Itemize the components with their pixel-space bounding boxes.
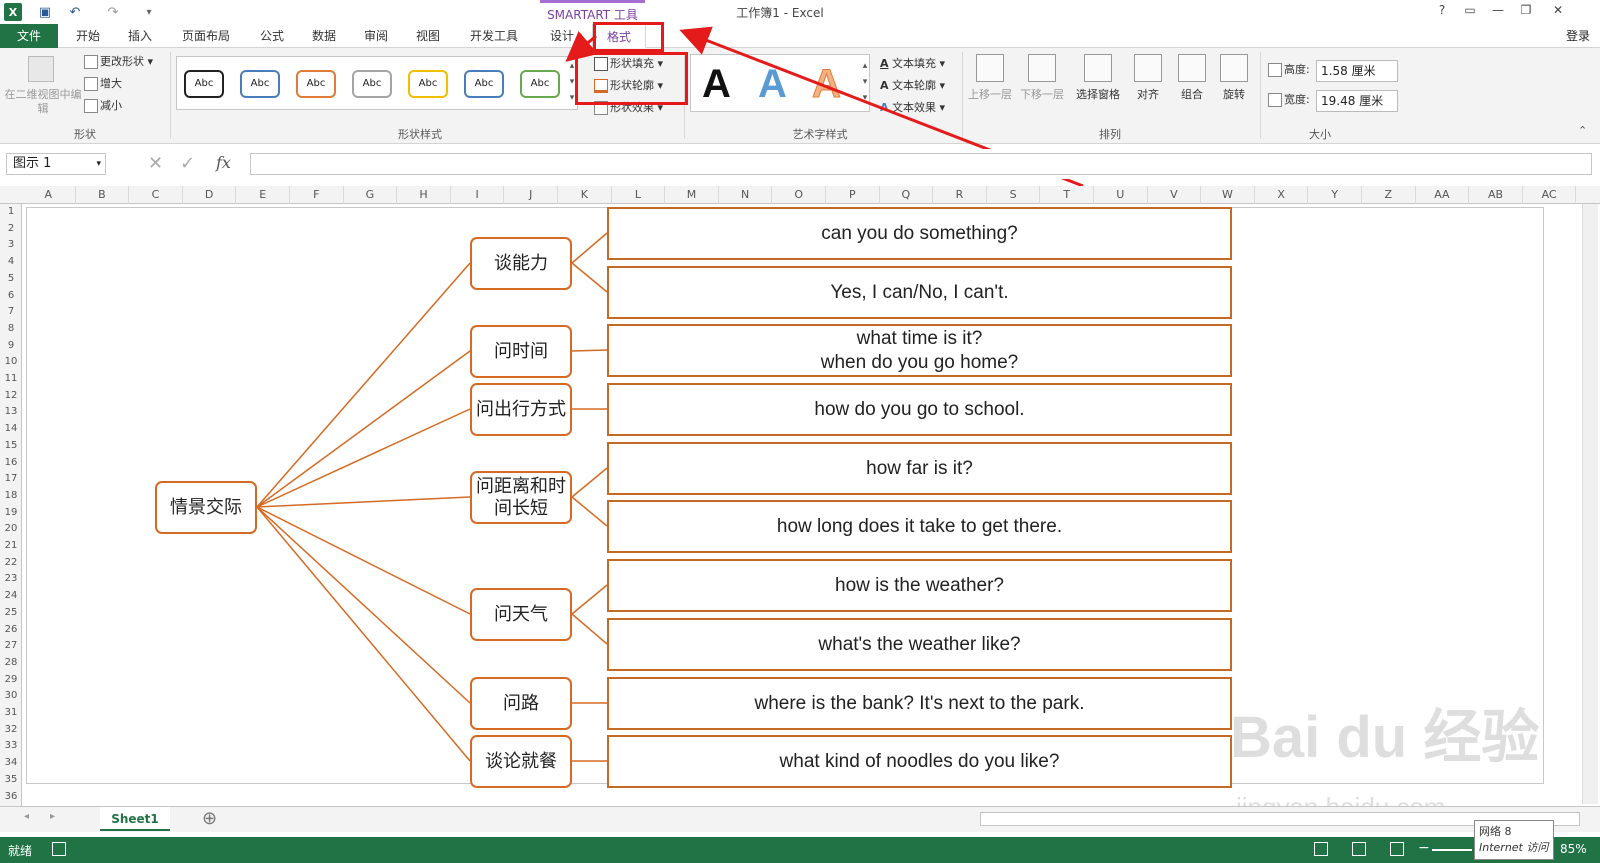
- root-connector-line: [256, 408, 471, 508]
- smartart-topic-node[interactable]: 谈论就餐: [470, 735, 572, 788]
- tooltip-line: 网络 8: [1479, 825, 1512, 838]
- baidu-watermark: Bai du 经验: [1230, 705, 1540, 770]
- page-break-view-icon[interactable]: [1390, 842, 1404, 856]
- ready-status: 就绪: [8, 844, 33, 858]
- root-connector-line: [256, 262, 471, 508]
- topic-connector-line: [571, 613, 608, 645]
- smartart-question-box[interactable]: what's the weather like?: [607, 618, 1232, 671]
- sheet-tab-bar: ◂ ▸ Sheet1 ⊕: [0, 806, 1600, 832]
- smartart-topic-node[interactable]: 问距离和时间长短: [470, 471, 572, 524]
- status-bar: 就绪 − 85%: [0, 837, 1600, 863]
- root-connector-line: [256, 350, 471, 508]
- root-connector-line: [256, 506, 471, 615]
- root-connector-line: [256, 506, 471, 762]
- smartart-question-box[interactable]: how is the weather?: [607, 559, 1232, 612]
- normal-view-icon[interactable]: [1314, 842, 1328, 856]
- topic-connector-line: [571, 262, 608, 293]
- smartart-topic-node[interactable]: 问路: [470, 677, 572, 730]
- page-layout-view-icon[interactable]: [1352, 842, 1366, 856]
- smartart-question-box-pair[interactable]: what time is it? when do you go home?: [607, 324, 1232, 377]
- smartart-question-line: when do you go home?: [820, 352, 1019, 373]
- smartart-root-node[interactable]: 情景交际: [155, 481, 257, 534]
- smartart-question-line: what time is it?: [856, 328, 983, 349]
- smartart-question-box[interactable]: Yes, I can/No, I can't.: [607, 266, 1232, 319]
- vertical-scrollbar[interactable]: [1582, 204, 1598, 804]
- topic-connector-line: [571, 584, 608, 615]
- topic-connector-line: [571, 349, 608, 352]
- next-sheet-icon[interactable]: ▸: [50, 811, 55, 822]
- smartart-question-box[interactable]: what kind of noodles do you like?: [607, 735, 1232, 788]
- zoom-slider[interactable]: [1432, 849, 1472, 851]
- topic-connector-line: [571, 496, 608, 527]
- topic-connector-line: [571, 467, 608, 498]
- smartart-question-box[interactable]: how far is it?: [607, 442, 1232, 495]
- zoom-level[interactable]: 85%: [1560, 842, 1587, 856]
- add-sheet-icon[interactable]: ⊕: [202, 808, 217, 829]
- smartart-question-box[interactable]: can you do something?: [607, 207, 1232, 260]
- network-tooltip: 网络 8 Internet 访问: [1474, 820, 1554, 860]
- smartart-topic-node[interactable]: 问天气: [470, 588, 572, 641]
- macro-record-icon[interactable]: [52, 842, 66, 856]
- prev-sheet-icon[interactable]: ◂: [24, 811, 29, 822]
- zoom-out-icon[interactable]: −: [1418, 840, 1430, 856]
- sheet-tab[interactable]: Sheet1: [100, 807, 170, 831]
- smartart-question-box[interactable]: where is the bank? It's next to the park…: [607, 677, 1232, 730]
- smartart-topic-node[interactable]: 问出行方式: [470, 383, 572, 436]
- root-connector-line: [256, 506, 471, 704]
- root-connector-line: [256, 496, 471, 508]
- smartart-question-box[interactable]: how long does it take to get there.: [607, 500, 1232, 553]
- smartart-topic-node[interactable]: 谈能力: [470, 237, 572, 290]
- smartart-question-box[interactable]: how do you go to school.: [607, 383, 1232, 436]
- tooltip-line: Internet 访问: [1479, 841, 1549, 854]
- smartart-topic-node[interactable]: 问时间: [470, 325, 572, 378]
- topic-connector-line: [571, 232, 608, 264]
